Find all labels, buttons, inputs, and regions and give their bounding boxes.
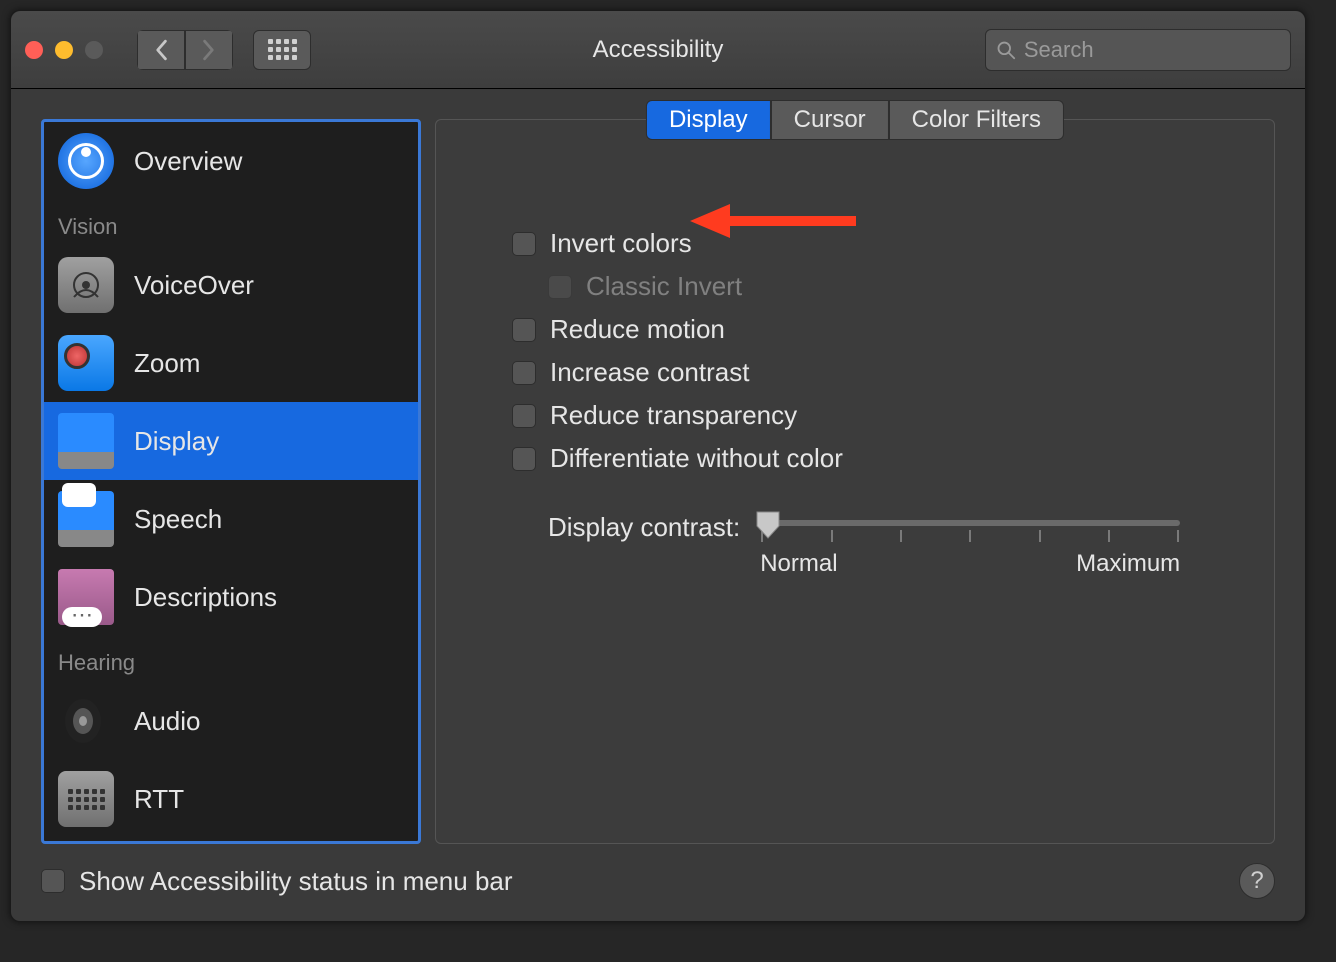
option-label: Reduce motion — [550, 314, 725, 345]
sidebar-item-label: Speech — [134, 504, 222, 535]
zoom-icon — [58, 335, 114, 391]
rtt-icon — [58, 771, 114, 827]
forward-button[interactable] — [185, 30, 233, 70]
sidebar-item-speech[interactable]: Speech — [44, 480, 418, 558]
reduce-motion-checkbox[interactable] — [512, 318, 536, 342]
search-input[interactable] — [1024, 37, 1280, 63]
accessibility-icon — [58, 133, 114, 189]
option-label: Increase contrast — [550, 357, 749, 388]
options-group: Invert colors Classic Invert Reduce moti… — [512, 228, 1234, 474]
sidebar-section-hearing: Hearing — [44, 636, 418, 682]
window-title: Accessibility — [593, 36, 724, 64]
sidebar-item-label: VoiceOver — [134, 270, 254, 301]
invert-colors-checkbox[interactable] — [512, 232, 536, 256]
display-icon — [58, 413, 114, 469]
classic-invert-checkbox — [548, 275, 572, 299]
option-increase-contrast: Increase contrast — [512, 357, 1234, 388]
display-contrast-section: Display contrast: Normal Maximum — [548, 510, 1234, 578]
voiceover-icon — [58, 257, 114, 313]
slider-max-label: Maximum — [1076, 550, 1180, 578]
slider-range-labels: Normal Maximum — [760, 550, 1180, 578]
sidebar-item-rtt[interactable]: RTT — [44, 760, 418, 838]
zoom-window-button[interactable] — [85, 41, 103, 59]
accessibility-window: Accessibility Overview Vision VoiceOver … — [10, 10, 1306, 922]
descriptions-icon — [58, 569, 114, 625]
option-label: Classic Invert — [586, 271, 742, 302]
tab-color-filters[interactable]: Color Filters — [889, 100, 1064, 140]
option-invert-colors: Invert colors — [512, 228, 1234, 259]
option-label: Invert colors — [550, 228, 692, 259]
option-differentiate-without-color: Differentiate without color — [512, 443, 1234, 474]
sidebar-section-vision: Vision — [44, 200, 418, 246]
tab-bar: Display Cursor Color Filters — [646, 100, 1064, 140]
help-button[interactable]: ? — [1239, 863, 1275, 899]
option-reduce-transparency: Reduce transparency — [512, 400, 1234, 431]
annotation-arrow — [686, 196, 866, 251]
option-classic-invert: Classic Invert — [548, 271, 1234, 302]
nav-buttons — [137, 30, 233, 70]
option-reduce-motion: Reduce motion — [512, 314, 1234, 345]
slider-knob[interactable] — [755, 510, 781, 540]
titlebar: Accessibility — [11, 11, 1305, 89]
sidebar-item-label: Descriptions — [134, 582, 277, 613]
slider-track — [760, 520, 1180, 526]
minimize-window-button[interactable] — [55, 41, 73, 59]
sidebar-item-voiceover[interactable]: VoiceOver — [44, 246, 418, 324]
sidebar-item-label: Overview — [134, 146, 242, 177]
content-panel: Display Cursor Color Filters Invert colo… — [435, 119, 1275, 844]
reduce-transparency-checkbox[interactable] — [512, 404, 536, 428]
tab-cursor[interactable]: Cursor — [771, 100, 889, 140]
search-field-wrap[interactable] — [985, 29, 1291, 71]
option-label: Reduce transparency — [550, 400, 797, 431]
option-label: Show Accessibility status in menu bar — [79, 866, 513, 897]
sidebar[interactable]: Overview Vision VoiceOver Zoom Display S… — [41, 119, 421, 844]
sidebar-item-display[interactable]: Display — [44, 402, 418, 480]
search-icon — [996, 39, 1016, 61]
grid-icon — [268, 39, 297, 60]
tab-display[interactable]: Display — [646, 100, 771, 140]
sidebar-item-descriptions[interactable]: Descriptions — [44, 558, 418, 636]
display-contrast-slider[interactable]: Normal Maximum — [760, 510, 1180, 578]
differentiate-without-color-checkbox[interactable] — [512, 447, 536, 471]
back-button[interactable] — [137, 30, 185, 70]
body: Overview Vision VoiceOver Zoom Display S… — [11, 89, 1305, 859]
question-mark-icon: ? — [1250, 867, 1263, 895]
window-controls — [25, 41, 103, 59]
chevron-right-icon — [201, 39, 217, 61]
sidebar-item-label: Zoom — [134, 348, 200, 379]
sidebar-item-overview[interactable]: Overview — [44, 122, 418, 200]
menubar-status-checkbox[interactable] — [41, 869, 65, 893]
footer: Show Accessibility status in menu bar ? — [11, 859, 1305, 921]
menubar-status-option: Show Accessibility status in menu bar — [41, 866, 513, 897]
audio-icon — [58, 693, 114, 749]
slider-min-label: Normal — [760, 550, 837, 578]
close-window-button[interactable] — [25, 41, 43, 59]
sidebar-item-zoom[interactable]: Zoom — [44, 324, 418, 402]
option-label: Differentiate without color — [550, 443, 843, 474]
chevron-left-icon — [153, 39, 169, 61]
sidebar-item-label: Display — [134, 426, 219, 457]
slider-ticks — [760, 530, 1180, 542]
sidebar-item-audio[interactable]: Audio — [44, 682, 418, 760]
increase-contrast-checkbox[interactable] — [512, 361, 536, 385]
speech-icon — [58, 491, 114, 547]
show-all-prefs-button[interactable] — [253, 30, 311, 70]
slider-label: Display contrast: — [548, 510, 740, 543]
sidebar-item-label: RTT — [134, 784, 184, 815]
sidebar-item-label: Audio — [134, 706, 201, 737]
